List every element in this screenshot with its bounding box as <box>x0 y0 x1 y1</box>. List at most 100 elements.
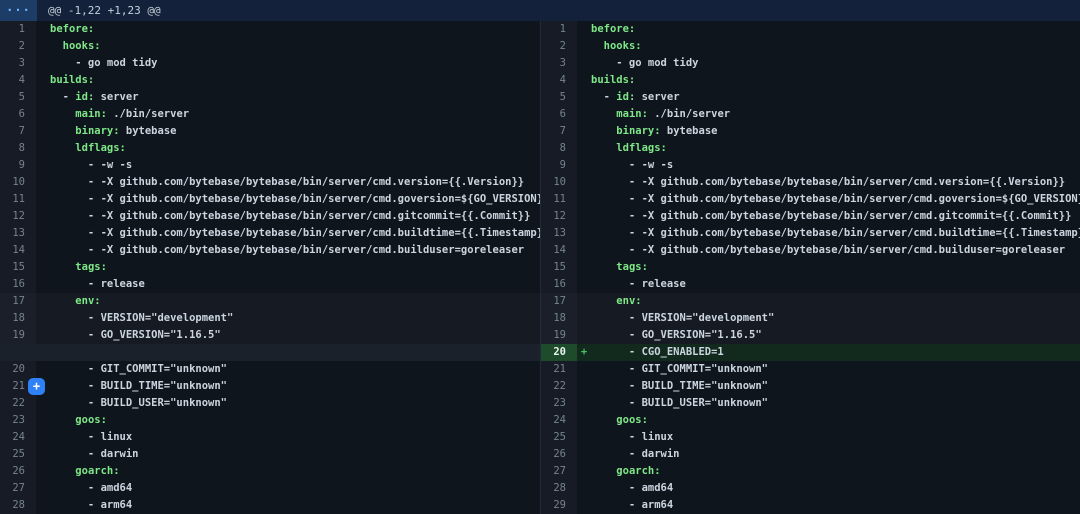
line-number[interactable]: 11 <box>0 191 36 208</box>
line-number[interactable]: 7 <box>541 123 577 140</box>
line-number[interactable]: 28 <box>0 497 36 514</box>
line-number[interactable]: 7 <box>0 123 36 140</box>
code-line: - -X github.com/bytebase/bytebase/bin/se… <box>591 208 1080 225</box>
line-number[interactable]: 1 <box>541 21 577 38</box>
diff-marker-cell <box>36 361 50 378</box>
diff-marker-cell <box>577 412 591 429</box>
code-text <box>591 125 616 137</box>
line-number[interactable]: 5 <box>541 89 577 106</box>
line-number[interactable]: 18 <box>0 310 36 327</box>
line-number[interactable]: 2 <box>0 38 36 55</box>
line-number[interactable]: 24 <box>541 412 577 429</box>
code-line: - release <box>591 276 1080 293</box>
diff-row: 10 - -X github.com/bytebase/bytebase/bin… <box>541 174 1080 191</box>
line-number[interactable]: 16 <box>0 276 36 293</box>
line-number[interactable]: 13 <box>541 225 577 242</box>
diff-row: 11 - -X github.com/bytebase/bytebase/bin… <box>0 191 540 208</box>
line-number[interactable]: 10 <box>541 174 577 191</box>
line-number[interactable]: 8 <box>541 140 577 157</box>
diff-row: 20 - GIT_COMMIT="unknown" <box>0 361 540 378</box>
line-number[interactable]: 14 <box>0 242 36 259</box>
yaml-key: before: <box>591 23 635 35</box>
line-number[interactable]: 16 <box>541 276 577 293</box>
yaml-key: hooks: <box>604 40 642 52</box>
line-number[interactable]: 3 <box>0 55 36 72</box>
line-number[interactable]: 19 <box>541 327 577 344</box>
line-number[interactable]: 1 <box>0 21 36 38</box>
line-number[interactable]: 24 <box>0 429 36 446</box>
diff-row: 24 - linux <box>0 429 540 446</box>
line-number[interactable]: 6 <box>0 106 36 123</box>
line-number[interactable]: 29 <box>541 497 577 514</box>
diff-marker-cell <box>36 310 50 327</box>
diff-row: 18 - VERSION="development" <box>541 310 1080 327</box>
diff-row: 23 - BUILD_USER="unknown" <box>541 395 1080 412</box>
line-number[interactable]: 22 <box>0 395 36 412</box>
line-number[interactable]: 12 <box>541 208 577 225</box>
diff-marker-cell <box>36 463 50 480</box>
code-text: - -w -s <box>50 159 132 171</box>
diff-pane-new: 1before:2 hooks:3 - go mod tidy4builds:5… <box>540 21 1080 514</box>
line-number[interactable]: 19 <box>0 327 36 344</box>
line-number[interactable]: 20 <box>541 344 577 361</box>
diff-marker-cell <box>36 38 50 55</box>
line-number[interactable]: 13 <box>0 225 36 242</box>
code-text: - GO_VERSION="1.16.5" <box>591 329 762 341</box>
line-number[interactable]: 17 <box>541 293 577 310</box>
line-number[interactable]: 12 <box>0 208 36 225</box>
line-number[interactable]: 6 <box>541 106 577 123</box>
line-number[interactable]: 28 <box>541 480 577 497</box>
code-line: goarch: <box>50 463 540 480</box>
line-number[interactable]: 22 <box>541 378 577 395</box>
line-number[interactable]: 15 <box>0 259 36 276</box>
diff-row: 17 env: <box>0 293 540 310</box>
yaml-key: goos: <box>616 414 648 426</box>
line-number[interactable]: 23 <box>0 412 36 429</box>
code-text: bytebase <box>661 125 718 137</box>
line-number[interactable]: 17 <box>0 293 36 310</box>
line-number[interactable]: 15 <box>541 259 577 276</box>
code-line: - -X github.com/bytebase/bytebase/bin/se… <box>591 225 1080 242</box>
diff-marker-cell <box>36 259 50 276</box>
expand-hunk-button[interactable]: ··· <box>0 0 37 21</box>
line-number[interactable]: 14 <box>541 242 577 259</box>
diff-row: 10 - -X github.com/bytebase/bytebase/bin… <box>0 174 540 191</box>
line-number[interactable]: 18 <box>541 310 577 327</box>
line-number[interactable]: 4 <box>0 72 36 89</box>
yaml-key: env: <box>75 295 100 307</box>
line-number[interactable]: 11 <box>541 191 577 208</box>
line-number[interactable]: 23 <box>541 395 577 412</box>
line-number[interactable]: 3 <box>541 55 577 72</box>
diff-marker-cell <box>577 480 591 497</box>
diff-row: 2 hooks: <box>0 38 540 55</box>
line-number[interactable]: 8 <box>0 140 36 157</box>
line-number[interactable]: 27 <box>541 463 577 480</box>
line-number[interactable]: 26 <box>0 463 36 480</box>
line-number[interactable]: 26 <box>541 446 577 463</box>
code-text: - arm64 <box>591 499 673 511</box>
code-line: - -w -s <box>50 157 540 174</box>
code-line <box>50 344 540 361</box>
line-number[interactable]: 4 <box>541 72 577 89</box>
diff-row-added: 20+ - CGO_ENABLED=1 <box>541 344 1080 361</box>
line-number[interactable]: 9 <box>541 157 577 174</box>
yaml-key: id: <box>616 91 635 103</box>
code-text <box>591 295 616 307</box>
line-number[interactable]: 21 <box>541 361 577 378</box>
line-number[interactable]: 25 <box>0 446 36 463</box>
add-comment-button[interactable]: + <box>28 378 45 395</box>
line-number[interactable]: 5 <box>0 89 36 106</box>
line-number[interactable]: 25 <box>541 429 577 446</box>
diff-row: 23 goos: <box>0 412 540 429</box>
code-line: - VERSION="development" <box>591 310 1080 327</box>
line-number[interactable]: 20 <box>0 361 36 378</box>
diff-marker-cell <box>577 89 591 106</box>
line-number[interactable]: 2 <box>541 38 577 55</box>
line-number[interactable]: 9 <box>0 157 36 174</box>
line-number[interactable]: 10 <box>0 174 36 191</box>
code-line: hooks: <box>50 38 540 55</box>
code-line: - GO_VERSION="1.16.5" <box>50 327 540 344</box>
code-text: - linux <box>591 431 673 443</box>
line-number[interactable]: 27 <box>0 480 36 497</box>
yaml-key: builds: <box>591 74 635 86</box>
